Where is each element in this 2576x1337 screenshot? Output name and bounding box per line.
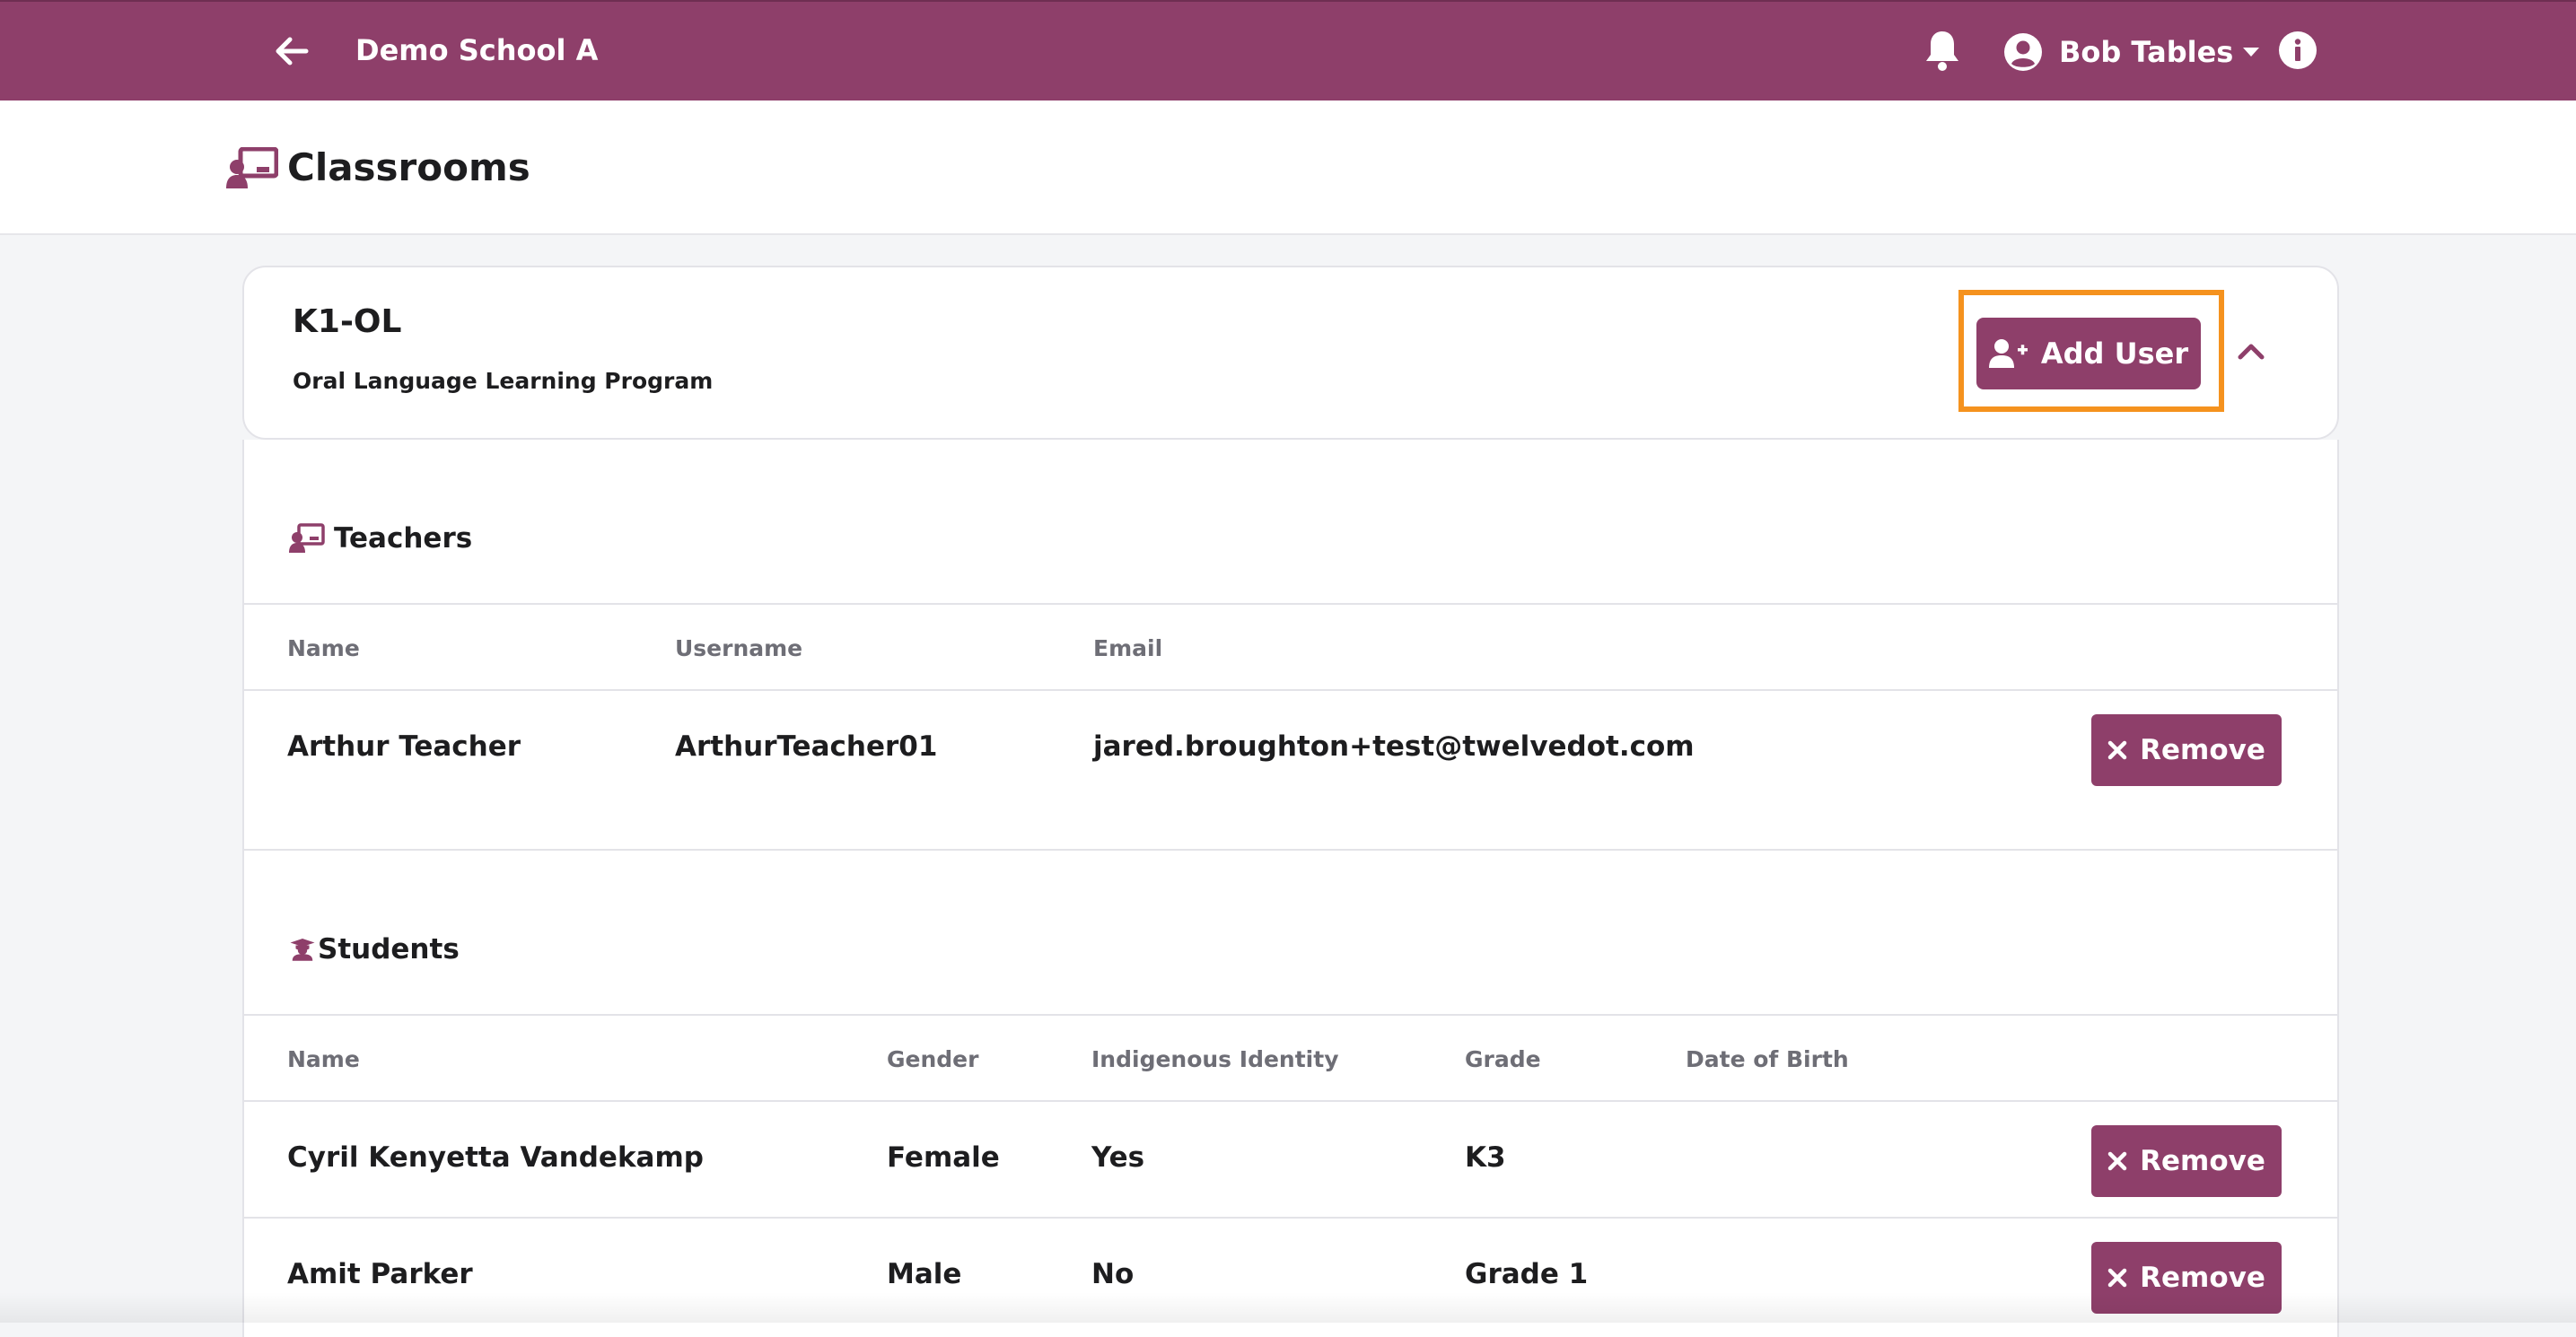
col-header-email: Email <box>1093 635 1163 661</box>
teacher-username: ArthurTeacher01 <box>675 730 938 763</box>
student-gender: Male <box>887 1258 962 1290</box>
col-header-date-of-birth: Date of Birth <box>1686 1046 1849 1072</box>
user-circle-icon <box>2004 33 2042 71</box>
divider <box>244 603 2337 605</box>
divider <box>244 1100 2337 1102</box>
teachers-heading: Teachers <box>289 522 472 555</box>
classroom-code: K1-OL <box>293 303 402 340</box>
collapse-button[interactable] <box>2233 337 2269 364</box>
students-title: Students <box>318 933 460 966</box>
teacher-email: jared.broughton+test@twelvedot.com <box>1093 730 1695 763</box>
student-name: Amit Parker <box>287 1258 473 1290</box>
notifications-button[interactable] <box>1923 28 1962 73</box>
student-indigenous: No <box>1091 1258 1135 1290</box>
close-icon <box>2107 1151 2127 1171</box>
teacher-icon <box>289 523 325 553</box>
students-heading: Students <box>289 933 460 966</box>
student-icon <box>290 939 315 961</box>
info-icon <box>2279 31 2317 69</box>
teacher-name: Arthur Teacher <box>287 730 521 763</box>
user-plus-icon <box>1988 339 2028 368</box>
bell-icon <box>1926 31 1958 71</box>
caret-down-icon <box>2243 48 2260 57</box>
info-button[interactable] <box>2278 31 2318 70</box>
page-header: Classrooms <box>0 100 2576 235</box>
close-icon <box>2107 740 2127 760</box>
classroom-description: Oral Language Learning Program <box>293 368 714 394</box>
col-header-gender: Gender <box>887 1046 979 1072</box>
col-header-username: Username <box>675 635 803 661</box>
divider <box>244 849 2337 851</box>
user-menu[interactable]: Bob Tables <box>2003 29 2260 75</box>
remove-label: Remove <box>2140 1145 2265 1177</box>
user-name: Bob Tables <box>2059 35 2234 69</box>
close-icon <box>2107 1268 2127 1288</box>
classroom-details-panel: Teachers Name Username Email Arthur Teac… <box>242 440 2339 1337</box>
student-indigenous: Yes <box>1091 1141 1145 1174</box>
back-arrow-icon <box>276 37 309 66</box>
bottom-shadow <box>0 1292 2576 1323</box>
top-navbar: Demo School A Bob Tables <box>0 0 2576 100</box>
remove-teacher-button[interactable]: Remove <box>2091 714 2282 786</box>
col-header-indigenous-identity: Indigenous Identity <box>1091 1046 1339 1072</box>
col-header-name: Name <box>287 635 360 661</box>
divider <box>244 1217 2337 1219</box>
classroom-icon <box>226 147 278 188</box>
page-title: Classrooms <box>287 145 530 189</box>
chevron-up-icon <box>2238 344 2265 360</box>
student-grade: Grade 1 <box>1465 1258 1589 1290</box>
back-button[interactable] <box>272 34 310 68</box>
student-name: Cyril Kenyetta Vandekamp <box>287 1141 704 1174</box>
teachers-title: Teachers <box>334 522 473 555</box>
add-user-button[interactable]: Add User <box>1976 318 2201 389</box>
divider <box>244 689 2337 691</box>
student-grade: K3 <box>1465 1141 1506 1174</box>
col-header-name: Name <box>287 1046 360 1072</box>
school-name: Demo School A <box>355 33 599 67</box>
remove-student-button[interactable]: Remove <box>2091 1125 2282 1197</box>
col-header-grade: Grade <box>1465 1046 1541 1072</box>
student-gender: Female <box>887 1141 1000 1174</box>
remove-label: Remove <box>2140 1262 2265 1294</box>
add-user-label: Add User <box>2040 336 2189 371</box>
divider <box>244 1014 2337 1016</box>
remove-label: Remove <box>2140 734 2265 766</box>
